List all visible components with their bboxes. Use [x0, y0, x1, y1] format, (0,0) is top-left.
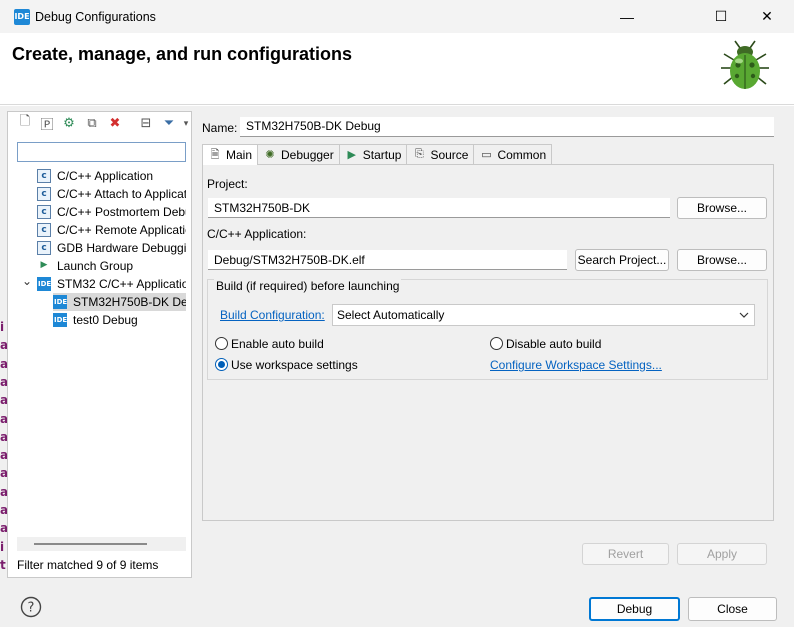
background-text-fragment: i	[0, 320, 5, 334]
filter-input[interactable]	[17, 142, 186, 162]
revert-button[interactable]: Revert	[582, 543, 669, 565]
tab-label: Common	[497, 147, 547, 162]
tree-item-label: STM32 C/C++ Application	[57, 277, 186, 291]
common-tab-icon: ▭	[481, 149, 492, 161]
debug-button[interactable]: Debug	[589, 597, 680, 621]
build-configuration-link[interactable]: Build Configuration:	[220, 308, 325, 322]
build-configuration-select[interactable]: Select Automatically	[332, 304, 755, 326]
close-window-button[interactable]: ✕	[744, 0, 790, 33]
source-tab-icon: ⎘	[415, 148, 424, 160]
application-label: C/C++ Application:	[207, 227, 307, 241]
disable-auto-build-label: Disable auto build	[506, 337, 602, 351]
c-config-icon: c	[37, 223, 51, 237]
ide-config-icon: IDE	[53, 313, 67, 327]
scrollbar-thumb[interactable]	[34, 543, 147, 545]
tree-item-label: test0 Debug	[73, 313, 138, 327]
configure-workspace-settings-link[interactable]: Configure Workspace Settings...	[490, 358, 662, 372]
bug-icon	[721, 40, 769, 89]
tab-label: Debugger	[281, 147, 334, 162]
export-icon[interactable]: ⚙	[61, 115, 77, 131]
name-label: Name:	[202, 121, 238, 135]
help-glyph: ?	[28, 601, 35, 616]
tree-item-label: C/C++ Remote Application	[57, 223, 186, 237]
tab-label: Startup	[362, 147, 402, 162]
build-configuration-value: Select Automatically	[337, 308, 445, 322]
tab-strip: 🗎 Main ✺ Debugger ▶ Startup ⎘ Source ▭ Common	[202, 144, 553, 165]
tab-common[interactable]: ▭ Common	[473, 144, 553, 164]
name-field[interactable]: STM32H750B-DK Debug	[240, 117, 774, 137]
use-workspace-settings-radio[interactable]	[215, 358, 228, 371]
browse-project-button[interactable]: Browse...	[677, 197, 767, 219]
help-icon[interactable]: ?	[20, 596, 42, 618]
c-config-icon: c	[37, 187, 51, 201]
tree-item[interactable]: c C/C++ Postmortem Debugger	[37, 203, 186, 221]
tree-item-label: C/C++ Application	[57, 169, 154, 183]
tree-item[interactable]: c C/C++ Application	[37, 167, 186, 185]
page-title: Create, manage, and run configurations	[12, 44, 353, 64]
project-field[interactable]: STM32H750B-DK	[208, 198, 670, 218]
filter-status: Filter matched 9 of 9 items	[17, 558, 159, 572]
tree-item-label: Launch Group	[57, 259, 134, 273]
new-prototype-icon[interactable]: 🄿	[39, 115, 55, 132]
tree-item[interactable]: c C/C++ Remote Application	[37, 221, 186, 239]
duplicate-icon[interactable]: ⧉	[84, 115, 100, 131]
background-text-fragment: t	[0, 557, 6, 572]
tree-item-label: GDB Hardware Debugging	[57, 241, 186, 255]
c-config-icon: c	[37, 241, 51, 255]
main-tab-icon: 🗎	[210, 148, 220, 161]
search-project-button[interactable]: Search Project...	[575, 249, 669, 271]
launch-group-icon: ▶	[40, 260, 48, 270]
browse-application-button[interactable]: Browse...	[677, 249, 767, 271]
expand-chevron-icon[interactable]: ⌄	[22, 274, 32, 288]
use-workspace-settings-label: Use workspace settings	[231, 358, 358, 372]
enable-auto-build-radio[interactable]	[215, 337, 228, 350]
tab-label: Main	[226, 148, 253, 162]
tree-item[interactable]: IDE STM32 C/C++ Application	[37, 275, 186, 293]
build-group-title: Build (if required) before launching	[214, 279, 402, 293]
tab-debugger[interactable]: ✺ Debugger	[257, 144, 340, 164]
tab-label: Source	[430, 147, 469, 162]
tree-item-label: C/C++ Postmortem Debugger	[57, 205, 186, 219]
ide-app-icon: IDE	[14, 9, 30, 25]
ide-config-icon: IDE	[37, 277, 51, 291]
window-title: Debug Configurations	[35, 10, 156, 24]
ide-config-icon: IDE	[53, 295, 67, 309]
debugger-tab-icon: ✺	[265, 149, 275, 161]
application-field[interactable]: Debug/STM32H750B-DK.elf	[208, 250, 567, 270]
tree-item-label: C/C++ Attach to Application	[57, 187, 186, 201]
close-button[interactable]: Close	[688, 597, 777, 621]
tab-main[interactable]: 🗎 Main	[202, 144, 259, 165]
tree-item[interactable]: ▶ Launch Group	[37, 257, 186, 275]
tree-item[interactable]: IDE STM32H750B-DK Debug	[53, 293, 186, 311]
c-config-icon: c	[37, 205, 51, 219]
tab-source[interactable]: ⎘ Source	[406, 144, 475, 164]
background-text-fragment: i	[0, 539, 5, 554]
maximize-button[interactable]: ☐	[698, 0, 744, 33]
tab-startup[interactable]: ▶ Startup	[338, 144, 408, 164]
view-menu-icon[interactable]: ▾	[182, 115, 190, 131]
minimize-button[interactable]: —	[604, 0, 650, 33]
startup-tab-icon: ▶	[347, 149, 356, 161]
apply-button[interactable]: Apply	[677, 543, 767, 565]
tree-item-label: STM32H750B-DK Debug	[73, 295, 186, 309]
chevron-down-icon	[739, 312, 749, 318]
disable-auto-build-radio[interactable]	[490, 337, 503, 350]
new-configuration-icon[interactable]: 🗋	[17, 113, 33, 131]
filter-icon[interactable]: ⏷	[161, 115, 177, 131]
delete-icon[interactable]: ✖	[107, 115, 123, 131]
project-label: Project:	[207, 177, 248, 191]
enable-auto-build-label: Enable auto build	[231, 337, 324, 351]
tree-item[interactable]: IDE test0 Debug	[53, 311, 186, 329]
tree-item[interactable]: c C/C++ Attach to Application	[37, 185, 186, 203]
c-config-icon: c	[37, 169, 51, 183]
collapse-all-icon[interactable]: ⊟	[138, 115, 154, 131]
tree-item[interactable]: c GDB Hardware Debugging	[37, 239, 186, 257]
